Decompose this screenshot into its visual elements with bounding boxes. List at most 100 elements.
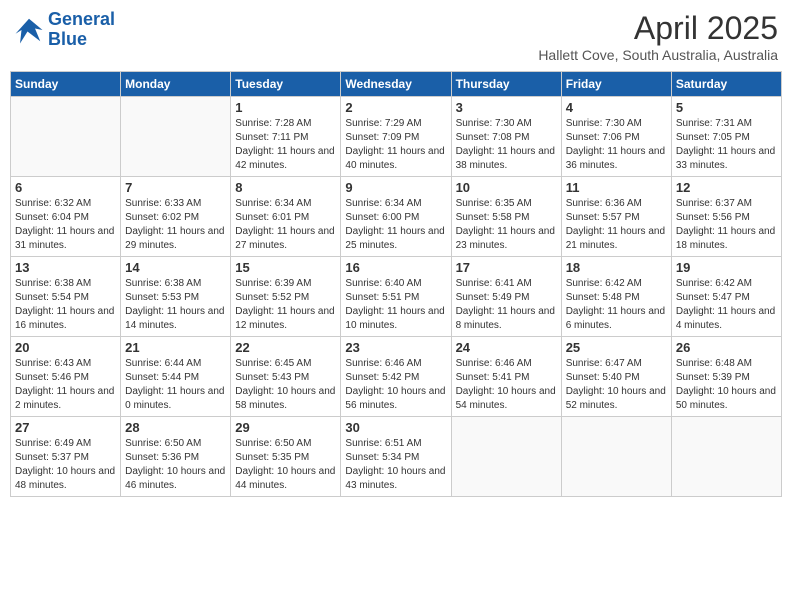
- sunrise-text: Sunrise: 7:28 AM: [235, 118, 311, 129]
- daylight-text: Daylight: 10 hours and 44 minutes.: [235, 466, 335, 491]
- cell-details: Sunrise: 6:38 AM Sunset: 5:54 PM Dayligh…: [15, 277, 116, 333]
- sunset-text: Sunset: 5:35 PM: [235, 452, 309, 463]
- calendar-cell: [561, 417, 671, 497]
- sunset-text: Sunset: 5:37 PM: [15, 452, 89, 463]
- day-number: 21: [125, 340, 226, 355]
- daylight-text: Daylight: 11 hours and 2 minutes.: [15, 386, 114, 411]
- cell-details: Sunrise: 6:51 AM Sunset: 5:34 PM Dayligh…: [345, 437, 446, 493]
- calendar-cell: 3 Sunrise: 7:30 AM Sunset: 7:08 PM Dayli…: [451, 97, 561, 177]
- day-number: 4: [566, 100, 667, 115]
- calendar-week-row: 13 Sunrise: 6:38 AM Sunset: 5:54 PM Dayl…: [11, 257, 782, 337]
- cell-details: Sunrise: 6:44 AM Sunset: 5:44 PM Dayligh…: [125, 357, 226, 413]
- calendar-cell: 2 Sunrise: 7:29 AM Sunset: 7:09 PM Dayli…: [341, 97, 451, 177]
- day-number: 6: [15, 180, 116, 195]
- cell-details: Sunrise: 6:34 AM Sunset: 6:01 PM Dayligh…: [235, 197, 336, 253]
- sunset-text: Sunset: 5:44 PM: [125, 372, 199, 383]
- sunset-text: Sunset: 7:11 PM: [235, 132, 308, 143]
- sunset-text: Sunset: 5:58 PM: [456, 212, 530, 223]
- sunset-text: Sunset: 5:48 PM: [566, 292, 640, 303]
- sunrise-text: Sunrise: 6:48 AM: [676, 358, 752, 369]
- sunset-text: Sunset: 5:52 PM: [235, 292, 309, 303]
- day-number: 10: [456, 180, 557, 195]
- calendar-cell: 23 Sunrise: 6:46 AM Sunset: 5:42 PM Dayl…: [341, 337, 451, 417]
- sunset-text: Sunset: 5:56 PM: [676, 212, 750, 223]
- sunset-text: Sunset: 6:00 PM: [345, 212, 419, 223]
- day-number: 9: [345, 180, 446, 195]
- cell-details: Sunrise: 7:28 AM Sunset: 7:11 PM Dayligh…: [235, 117, 336, 173]
- cell-details: Sunrise: 6:38 AM Sunset: 5:53 PM Dayligh…: [125, 277, 226, 333]
- day-number: 19: [676, 260, 777, 275]
- calendar-cell: 14 Sunrise: 6:38 AM Sunset: 5:53 PM Dayl…: [121, 257, 231, 337]
- weekday-header: Saturday: [671, 72, 781, 97]
- day-number: 5: [676, 100, 777, 115]
- daylight-text: Daylight: 11 hours and 33 minutes.: [676, 146, 775, 171]
- calendar-cell: 16 Sunrise: 6:40 AM Sunset: 5:51 PM Dayl…: [341, 257, 451, 337]
- daylight-text: Daylight: 11 hours and 6 minutes.: [566, 306, 665, 331]
- daylight-text: Daylight: 10 hours and 43 minutes.: [345, 466, 445, 491]
- sunset-text: Sunset: 5:49 PM: [456, 292, 530, 303]
- calendar-cell: 15 Sunrise: 6:39 AM Sunset: 5:52 PM Dayl…: [231, 257, 341, 337]
- daylight-text: Daylight: 10 hours and 50 minutes.: [676, 386, 776, 411]
- calendar-cell: [671, 417, 781, 497]
- cell-details: Sunrise: 6:45 AM Sunset: 5:43 PM Dayligh…: [235, 357, 336, 413]
- calendar-cell: 11 Sunrise: 6:36 AM Sunset: 5:57 PM Dayl…: [561, 177, 671, 257]
- sunrise-text: Sunrise: 7:31 AM: [676, 118, 752, 129]
- calendar-cell: 10 Sunrise: 6:35 AM Sunset: 5:58 PM Dayl…: [451, 177, 561, 257]
- sunset-text: Sunset: 6:04 PM: [15, 212, 89, 223]
- sunrise-text: Sunrise: 6:46 AM: [456, 358, 532, 369]
- sunrise-text: Sunrise: 6:50 AM: [125, 438, 201, 449]
- day-number: 2: [345, 100, 446, 115]
- daylight-text: Daylight: 10 hours and 46 minutes.: [125, 466, 225, 491]
- sunset-text: Sunset: 5:54 PM: [15, 292, 89, 303]
- daylight-text: Daylight: 11 hours and 36 minutes.: [566, 146, 665, 171]
- weekday-header: Monday: [121, 72, 231, 97]
- sunrise-text: Sunrise: 6:50 AM: [235, 438, 311, 449]
- day-number: 3: [456, 100, 557, 115]
- daylight-text: Daylight: 10 hours and 52 minutes.: [566, 386, 666, 411]
- cell-details: Sunrise: 7:30 AM Sunset: 7:08 PM Dayligh…: [456, 117, 557, 173]
- sunrise-text: Sunrise: 7:30 AM: [566, 118, 642, 129]
- month-title: April 2025: [538, 10, 778, 47]
- sunset-text: Sunset: 6:01 PM: [235, 212, 309, 223]
- day-number: 27: [15, 420, 116, 435]
- location-subtitle: Hallett Cove, South Australia, Australia: [538, 47, 778, 63]
- daylight-text: Daylight: 11 hours and 16 minutes.: [15, 306, 114, 331]
- sunrise-text: Sunrise: 7:29 AM: [345, 118, 421, 129]
- sunrise-text: Sunrise: 6:34 AM: [235, 198, 311, 209]
- sunrise-text: Sunrise: 6:42 AM: [566, 278, 642, 289]
- calendar-cell: 29 Sunrise: 6:50 AM Sunset: 5:35 PM Dayl…: [231, 417, 341, 497]
- cell-details: Sunrise: 6:34 AM Sunset: 6:00 PM Dayligh…: [345, 197, 446, 253]
- cell-details: Sunrise: 6:49 AM Sunset: 5:37 PM Dayligh…: [15, 437, 116, 493]
- logo-text: General Blue: [48, 10, 115, 50]
- calendar-cell: 4 Sunrise: 7:30 AM Sunset: 7:06 PM Dayli…: [561, 97, 671, 177]
- day-number: 20: [15, 340, 116, 355]
- daylight-text: Daylight: 11 hours and 14 minutes.: [125, 306, 224, 331]
- sunrise-text: Sunrise: 6:34 AM: [345, 198, 421, 209]
- calendar-cell: 6 Sunrise: 6:32 AM Sunset: 6:04 PM Dayli…: [11, 177, 121, 257]
- calendar-cell: 9 Sunrise: 6:34 AM Sunset: 6:00 PM Dayli…: [341, 177, 451, 257]
- sunset-text: Sunset: 5:39 PM: [676, 372, 750, 383]
- daylight-text: Daylight: 11 hours and 42 minutes.: [235, 146, 334, 171]
- sunrise-text: Sunrise: 6:47 AM: [566, 358, 642, 369]
- cell-details: Sunrise: 6:46 AM Sunset: 5:42 PM Dayligh…: [345, 357, 446, 413]
- day-number: 13: [15, 260, 116, 275]
- calendar-cell: 25 Sunrise: 6:47 AM Sunset: 5:40 PM Dayl…: [561, 337, 671, 417]
- sunrise-text: Sunrise: 6:38 AM: [125, 278, 201, 289]
- calendar-week-row: 20 Sunrise: 6:43 AM Sunset: 5:46 PM Dayl…: [11, 337, 782, 417]
- calendar-cell: 26 Sunrise: 6:48 AM Sunset: 5:39 PM Dayl…: [671, 337, 781, 417]
- daylight-text: Daylight: 10 hours and 48 minutes.: [15, 466, 115, 491]
- cell-details: Sunrise: 7:29 AM Sunset: 7:09 PM Dayligh…: [345, 117, 446, 173]
- daylight-text: Daylight: 11 hours and 31 minutes.: [15, 226, 114, 251]
- sunset-text: Sunset: 5:51 PM: [345, 292, 419, 303]
- cell-details: Sunrise: 6:50 AM Sunset: 5:36 PM Dayligh…: [125, 437, 226, 493]
- sunrise-text: Sunrise: 6:45 AM: [235, 358, 311, 369]
- calendar-cell: 12 Sunrise: 6:37 AM Sunset: 5:56 PM Dayl…: [671, 177, 781, 257]
- cell-details: Sunrise: 6:50 AM Sunset: 5:35 PM Dayligh…: [235, 437, 336, 493]
- calendar-cell: 21 Sunrise: 6:44 AM Sunset: 5:44 PM Dayl…: [121, 337, 231, 417]
- sunset-text: Sunset: 5:36 PM: [125, 452, 199, 463]
- daylight-text: Daylight: 11 hours and 4 minutes.: [676, 306, 775, 331]
- daylight-text: Daylight: 11 hours and 40 minutes.: [345, 146, 444, 171]
- logo: General Blue: [14, 10, 115, 50]
- sunset-text: Sunset: 7:05 PM: [676, 132, 750, 143]
- cell-details: Sunrise: 6:42 AM Sunset: 5:47 PM Dayligh…: [676, 277, 777, 333]
